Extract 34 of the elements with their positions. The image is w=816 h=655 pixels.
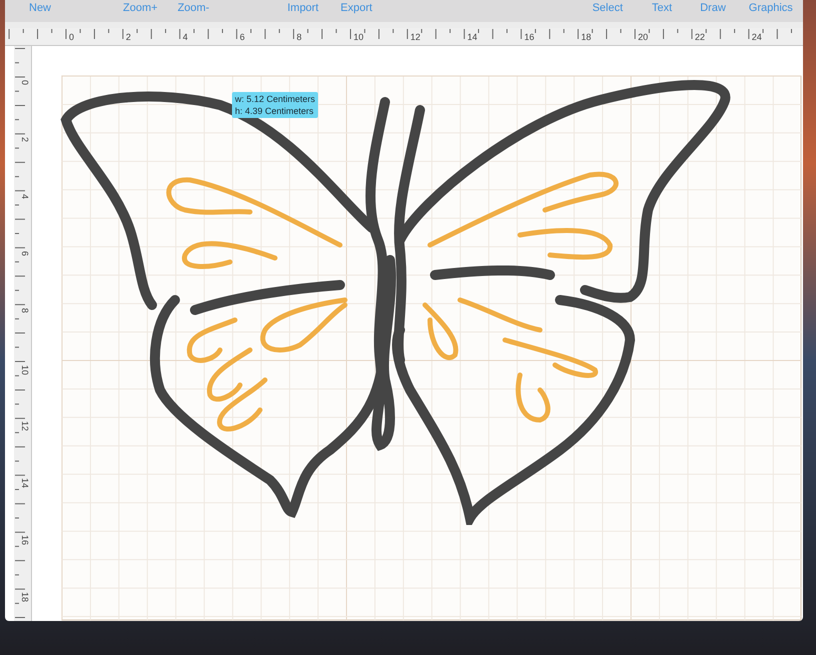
ruler-label: 24: [752, 33, 762, 42]
ruler-label: 8: [296, 33, 302, 42]
toolbar-button[interactable]: New: [29, 3, 52, 14]
ruler-label: 10: [354, 33, 364, 42]
ruler-label: 4: [182, 33, 188, 42]
ruler-label: 0: [69, 33, 74, 42]
ruler-label: 2: [126, 33, 131, 42]
toolbar-button[interactable]: Graphics: [748, 3, 793, 14]
ruler-label: 4: [20, 194, 29, 199]
ruler-label: 22: [694, 33, 705, 42]
toolbar-button[interactable]: Zoom-: [178, 3, 210, 14]
ruler-label: 14: [20, 478, 29, 488]
ruler-label: 16: [20, 535, 29, 546]
ruler-label: 16: [524, 33, 534, 42]
toolbar-button[interactable]: Import: [287, 3, 319, 14]
toolbar-button[interactable]: Draw: [700, 3, 726, 14]
ruler-label: 18: [581, 33, 592, 42]
tooltip-text: h: 4.39 Centimeters: [235, 105, 315, 117]
ruler-label: 8: [20, 308, 29, 313]
toolbar-button[interactable]: Zoom+: [123, 3, 158, 14]
ruler-label: 12: [20, 421, 29, 432]
toolbar-button[interactable]: Text: [652, 3, 672, 14]
ruler-label: 14: [467, 33, 478, 42]
ruler-label: 0: [20, 80, 29, 86]
tooltip-text: w: 5.12 Centimeters: [235, 93, 316, 105]
ruler-label: 12: [410, 33, 420, 42]
ruler-label: 2: [20, 136, 29, 142]
ruler-label: 20: [638, 33, 648, 42]
ruler-label: 10: [20, 364, 29, 375]
toolbar-button[interactable]: Export: [340, 3, 372, 14]
ruler-label: 6: [240, 33, 245, 42]
ruler-label: 18: [20, 592, 29, 602]
toolbar-button[interactable]: Select: [592, 3, 623, 14]
ruler-label: 6: [20, 250, 29, 256]
